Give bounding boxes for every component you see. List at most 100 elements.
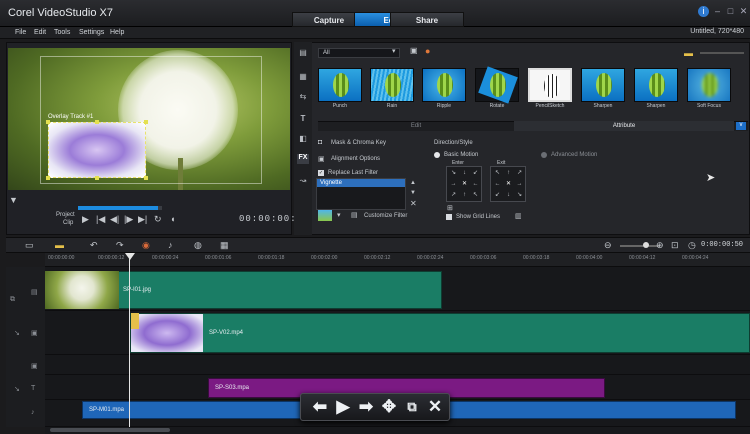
menu-settings[interactable]: Settings — [79, 29, 104, 36]
external-icon[interactable]: ⧉ — [401, 396, 423, 418]
redo-icon[interactable]: ↷ — [116, 240, 124, 251]
title-track-icon[interactable]: T — [31, 385, 35, 392]
title-track-link-icon[interactable]: ↘ — [14, 385, 20, 393]
overlay-track-2[interactable] — [45, 355, 750, 375]
playhead-handle[interactable] — [125, 253, 135, 260]
customize-filter-icon[interactable]: ▤ — [351, 211, 358, 219]
preview-window[interactable]: Overlay Track #1 — [8, 48, 290, 190]
resize-handle[interactable] — [144, 120, 148, 124]
menu-help[interactable]: Help — [110, 29, 124, 36]
mask-icon[interactable]: ◘ — [318, 139, 322, 146]
video-track-lock-icon[interactable]: ▤ — [31, 288, 38, 296]
filter-thumb-pencilsketch[interactable] — [528, 68, 572, 102]
minimize-icon[interactable]: – — [712, 6, 723, 17]
fit-project-icon[interactable]: ⊡ — [671, 240, 679, 251]
folder-icon[interactable]: ▬ — [684, 48, 693, 58]
alignment-options[interactable]: Alignment Options — [331, 156, 380, 162]
replace-filter-checkbox[interactable]: ✓ — [318, 170, 324, 176]
timeline-view-icon[interactable]: ▬ — [55, 240, 64, 250]
arrow-right-icon[interactable]: ➡ — [355, 396, 377, 418]
grid-options-icon[interactable]: ▥ — [515, 212, 522, 220]
basic-motion-radio[interactable] — [434, 152, 440, 158]
play-icon[interactable]: ▶ — [332, 396, 354, 418]
filter-thumb-rain[interactable] — [370, 68, 414, 102]
video-clip-thumbnail[interactable] — [45, 271, 119, 309]
move-up-icon[interactable]: ▲ — [410, 180, 416, 186]
close-icon[interactable]: ✕ — [424, 396, 446, 418]
zoom-slider-thumb[interactable] — [643, 242, 649, 248]
chevron-down-icon[interactable]: ▾ — [392, 47, 396, 55]
resize-handle[interactable] — [46, 176, 50, 180]
sound-mixer-icon[interactable]: ♪ — [168, 240, 173, 250]
grid-lines-checkbox[interactable] — [446, 214, 452, 220]
resize-handle[interactable] — [144, 176, 148, 180]
volume-icon[interactable]: ◖ — [170, 214, 175, 224]
resize-handle[interactable] — [95, 176, 99, 180]
next-frame-icon[interactable]: |▶ — [124, 214, 133, 225]
mode-project[interactable]: Project — [56, 212, 75, 218]
play-icon[interactable]: ▶ — [82, 214, 89, 225]
overlay-track-2-icon[interactable]: ▣ — [31, 362, 38, 370]
instant-project-icon[interactable]: ▦ — [297, 72, 309, 82]
auto-music-icon[interactable]: ◍ — [194, 240, 202, 251]
zoom-in-icon[interactable]: ⊕ — [656, 240, 664, 251]
menu-tools[interactable]: Tools — [54, 29, 70, 36]
transition-icon[interactable]: ⇆ — [297, 92, 309, 102]
music-track-icon[interactable]: ♪ — [31, 409, 35, 416]
playhead[interactable] — [129, 253, 130, 429]
tab-share[interactable]: Share — [390, 12, 464, 27]
zoom-slider[interactable] — [620, 245, 660, 247]
preset-dropdown-icon[interactable]: ▾ — [337, 211, 341, 219]
move-down-icon[interactable]: ▼ — [410, 190, 416, 196]
filter-thumb-rotate[interactable] — [475, 66, 519, 104]
delete-filter-icon[interactable]: ✕ — [410, 199, 417, 208]
thumbnail-size-slider[interactable] — [700, 52, 744, 54]
marker-icon[interactable]: ▼ — [9, 195, 18, 205]
exit-direction-grid[interactable]: ↖ ↑ ↗ ← ✕ → ↙ ↓ ↘ — [490, 166, 526, 202]
resize-handle[interactable] — [95, 120, 99, 124]
mask-chroma-key[interactable]: Mask & Chroma Key — [331, 140, 386, 146]
filter-thumb-sharpen[interactable] — [581, 68, 625, 102]
title-icon[interactable]: T — [297, 114, 309, 124]
filter-thumb-punch[interactable] — [318, 68, 362, 102]
import-icon[interactable]: ▣ — [410, 46, 418, 55]
timeline-timecode[interactable]: 0:00:00:50 — [701, 241, 743, 249]
filter-thumb-sharpen-2[interactable] — [634, 68, 678, 102]
collapse-options-icon[interactable]: v — [736, 122, 746, 130]
zoom-out-icon[interactable]: ⊖ — [604, 240, 612, 251]
preset-thumbnail[interactable] — [318, 210, 332, 221]
info-icon[interactable]: i — [698, 6, 709, 17]
library-filter-dropdown[interactable]: All — [318, 48, 400, 58]
alignment-icon[interactable]: ▣ — [318, 155, 325, 163]
home-icon[interactable]: |◀ — [96, 214, 105, 225]
get-more-icon[interactable]: ● — [425, 46, 430, 56]
undo-icon[interactable]: ↶ — [90, 240, 98, 251]
close-icon[interactable]: ✕ — [738, 6, 749, 17]
end-icon[interactable]: ▶| — [138, 214, 147, 225]
overlay-clip-preview[interactable] — [48, 122, 146, 178]
maximize-icon[interactable]: □ — [725, 6, 736, 17]
overlay-track-icon[interactable]: ▣ — [31, 329, 38, 337]
mode-clip[interactable]: Clip — [63, 220, 73, 226]
overlay-clip-thumbnail[interactable] — [131, 314, 203, 352]
resize-handle[interactable] — [46, 120, 50, 124]
tab-edit-options[interactable]: Edit — [318, 121, 514, 131]
track-manager-icon[interactable]: ▦ — [220, 240, 229, 251]
fx-icon[interactable]: FX — [297, 154, 309, 164]
record-capture-icon[interactable]: ◉ — [142, 240, 150, 251]
filter-thumb-ripple[interactable] — [422, 68, 466, 102]
path-icon[interactable]: ↝ — [297, 176, 309, 186]
repeat-icon[interactable]: ↻ — [154, 214, 162, 225]
arrow-left-icon[interactable]: ⬅ — [309, 396, 331, 418]
menu-edit[interactable]: Edit — [34, 29, 46, 36]
graphic-icon[interactable]: ◧ — [297, 134, 309, 144]
filter-thumb-softfocus[interactable] — [687, 68, 731, 102]
tab-attribute[interactable]: Attribute — [514, 121, 734, 131]
menu-file[interactable]: File — [15, 29, 26, 36]
advanced-motion-radio[interactable] — [541, 152, 547, 158]
filter-item-vignette[interactable]: Vignette — [317, 179, 405, 187]
media-icon[interactable]: ▤ — [297, 48, 309, 58]
storyboard-view-icon[interactable]: ▭ — [25, 240, 34, 251]
video-track-icon[interactable]: ⧉ — [10, 296, 15, 304]
previous-frame-icon[interactable]: ◀| — [110, 214, 119, 225]
